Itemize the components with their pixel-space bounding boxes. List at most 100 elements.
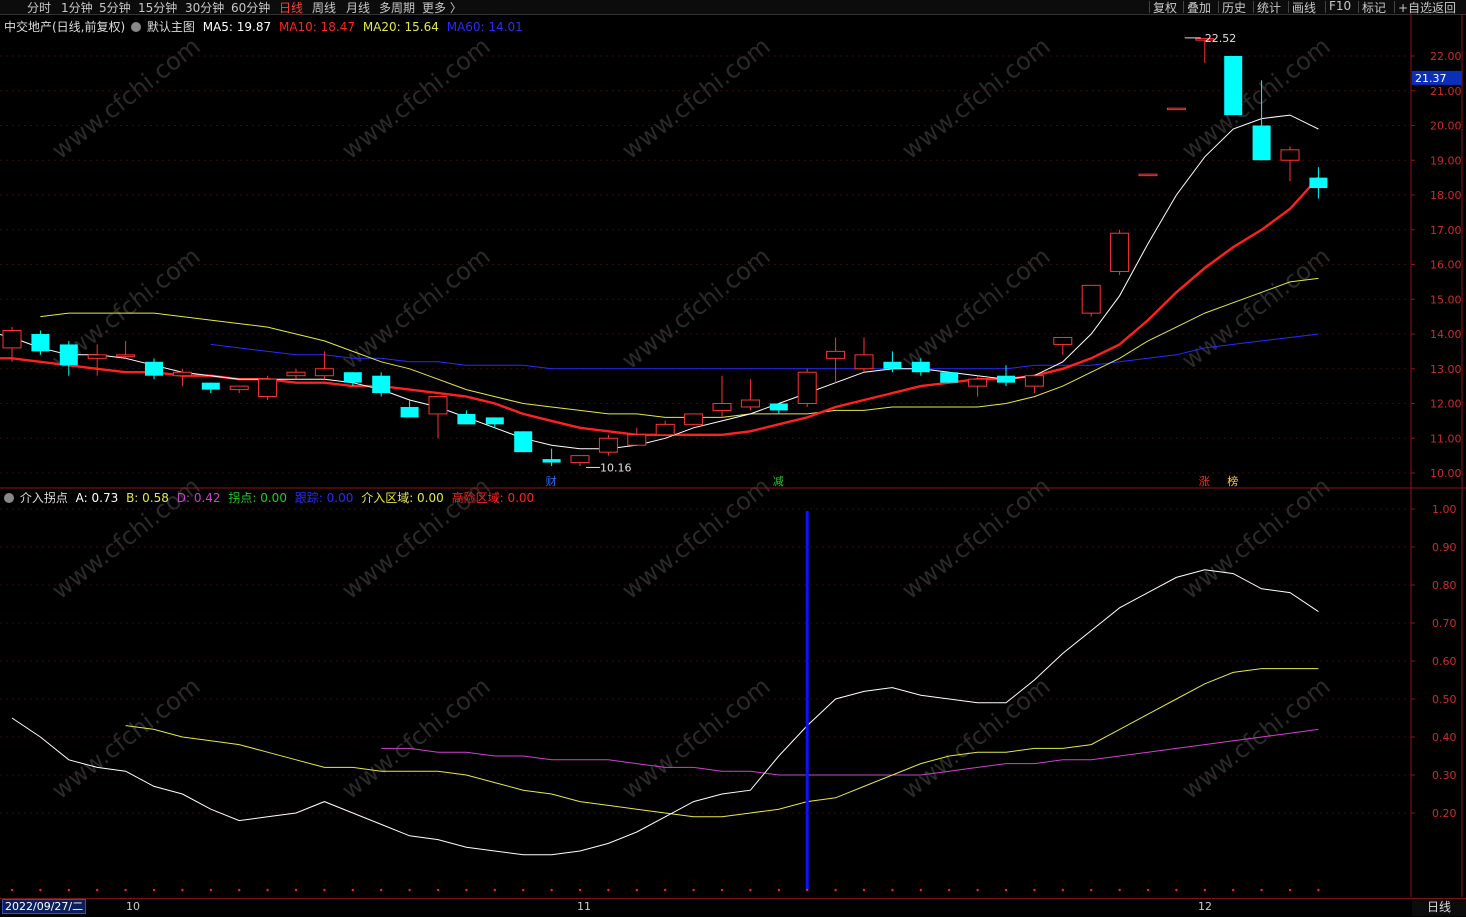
y-tick-label: 19.00 [1430, 154, 1462, 167]
candle-body [514, 431, 533, 453]
baseline-dot [720, 888, 724, 892]
baseline-dot [1033, 888, 1036, 892]
y-tick-label: 21.00 [1430, 85, 1462, 98]
baseline-dot [777, 888, 780, 892]
baseline-dot [351, 888, 354, 892]
candle-body [712, 403, 732, 411]
indicator-name[interactable]: 介入拐点 [20, 491, 68, 505]
candle-body [87, 354, 107, 359]
baseline-dot [749, 888, 752, 892]
indicator-d-line [381, 728, 1319, 776]
baseline-dot [1203, 888, 1207, 892]
stock-chart[interactable]: www.cfchi.com www.cfchi.com www.cfchi.com w… [0, 0, 1466, 916]
watermark-text: www.cfchi.com [336, 32, 495, 165]
indicator-b-line [125, 668, 1319, 818]
candle-body [997, 375, 1015, 383]
baseline-dot [522, 888, 525, 892]
baseline-dot [493, 888, 496, 892]
indicator-tick-label: 0.90 [1432, 541, 1457, 554]
baseline-dot [39, 888, 42, 892]
watermark-text: www.cfchi.com [336, 242, 495, 375]
template-label[interactable]: 默认主图 [147, 20, 195, 34]
indicator-tick-label: 0.40 [1432, 731, 1457, 744]
baseline-dot [380, 888, 383, 892]
candle-body [769, 403, 788, 411]
candle-body [1252, 125, 1271, 161]
baseline-dot [238, 888, 241, 892]
y-tick-label: 22.00 [1430, 50, 1462, 63]
baseline-dot [266, 888, 269, 892]
indicator-b: B: 0.58 [126, 491, 169, 505]
baseline-dot [1260, 888, 1263, 892]
indicator-toggle-icon[interactable] [4, 493, 14, 503]
main-chart-header: 中交地产(日线,前复权) 默认主图 MA5: 19.87 MA10: 18.47… [4, 18, 523, 35]
baseline-dot [862, 888, 866, 892]
candle-body [1024, 375, 1044, 387]
candle-body [911, 361, 930, 373]
candle-body [485, 417, 504, 425]
baseline-dot [1090, 888, 1093, 892]
baseline-dot [1146, 888, 1150, 892]
baseline-dot [436, 888, 440, 892]
baseline-dot [1288, 888, 1292, 892]
candle-body [1110, 232, 1130, 272]
period-indicator[interactable]: 日线 [1412, 899, 1466, 916]
baseline-dot [96, 888, 99, 892]
candle-body [598, 437, 618, 453]
baseline-dot [1118, 888, 1121, 892]
indicator-tick-label: 0.60 [1432, 655, 1457, 668]
baseline-dot [10, 888, 14, 892]
ma5-line [0, 114, 1319, 450]
baseline-dot [578, 888, 582, 892]
y-tick-label: 10.00 [1430, 467, 1462, 480]
candle-body [883, 361, 902, 369]
indicator-a: A: 0.73 [75, 491, 119, 505]
indicator-tick-label: 1.00 [1432, 503, 1457, 516]
month-label-nov: 11 [577, 900, 591, 913]
candle-body [59, 344, 78, 366]
candle-body [797, 371, 817, 405]
baseline-dot [67, 888, 71, 892]
baseline-dot [209, 888, 212, 892]
candle-body [372, 375, 391, 394]
candle-body [542, 459, 561, 463]
ma10-label: MA10: 18.47 [278, 20, 355, 34]
indicator-header: 介入拐点 A: 0.73 B: 0.58 D: 0.42 拐点: 0.00 跟踪… [4, 489, 534, 506]
indicator-tick-label: 0.80 [1432, 579, 1457, 592]
baseline-dot [607, 888, 610, 892]
y-tick-label: 18.00 [1430, 189, 1462, 202]
indicator-tick-label: 0.20 [1432, 807, 1457, 820]
candle-body [1166, 107, 1186, 111]
cursor-date: 2022/09/27/二 [2, 899, 87, 914]
candle-body [826, 350, 846, 359]
y-tick-label: 17.00 [1430, 224, 1462, 237]
candle-body [1224, 56, 1243, 116]
ma10-line [0, 176, 1320, 436]
baseline-dot [294, 888, 298, 892]
y-tick-label: 11.00 [1430, 432, 1462, 445]
ma20-label: MA20: 15.64 [362, 20, 439, 34]
candle-body [1053, 336, 1073, 345]
event-marker: 涨 [1199, 475, 1210, 488]
candle-body [655, 423, 675, 436]
watermark-text: www.cfchi.com [896, 32, 1055, 165]
template-toggle-icon[interactable] [131, 22, 142, 32]
watermark-text: www.cfchi.com [1176, 242, 1335, 375]
candle-body [740, 399, 760, 408]
candle-body [1280, 149, 1300, 161]
month-label-oct: 10 [126, 900, 140, 913]
indicator-a-line [11, 569, 1319, 856]
candle-body [1309, 177, 1328, 189]
indicator-tick-label: 0.70 [1432, 617, 1457, 630]
baseline-dot [181, 888, 184, 892]
watermark-text: www.cfchi.com [616, 672, 775, 805]
baseline-dot [1232, 888, 1235, 892]
y-tick-label: 16.00 [1430, 259, 1462, 272]
baseline-dot [664, 888, 667, 892]
y-tick-label: 14.00 [1430, 328, 1462, 341]
watermark-text: www.cfchi.com [46, 32, 205, 165]
indicator-tick-label: 0.50 [1432, 693, 1457, 706]
indicator-jieru: 介入区域: 0.00 [361, 491, 444, 505]
candle-body [172, 371, 192, 377]
candle-body [684, 413, 704, 425]
